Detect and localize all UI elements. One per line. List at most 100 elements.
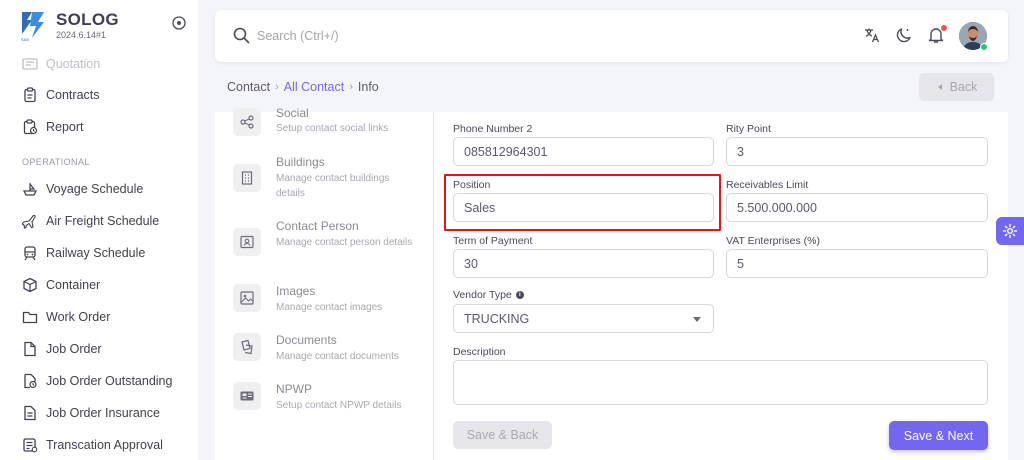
description-textarea[interactable] bbox=[453, 360, 988, 405]
tab-description: Manage contact buildings details bbox=[276, 173, 390, 199]
sidebar-item-contracts[interactable]: Contracts bbox=[22, 84, 100, 106]
sidebar-item-label: Railway Schedule bbox=[46, 246, 146, 260]
sidebar-item-label: Quotation bbox=[46, 57, 101, 71]
tab-title: Documents bbox=[276, 333, 337, 347]
sidebar-item-label: Air Freight Schedule bbox=[46, 214, 160, 228]
solog-logo-icon: SAB bbox=[21, 12, 44, 42]
sidebar-item-label: Container bbox=[46, 278, 101, 292]
sidebar-item-work-order[interactable]: Work Order bbox=[22, 306, 110, 328]
breadcrumb-link-all-contact[interactable]: All Contact bbox=[284, 80, 344, 94]
breadcrumb-current: Info bbox=[357, 80, 379, 94]
sidebar: SAB SOLOG 2024.6.14#1 Quotation Contract… bbox=[0, 0, 198, 460]
tab-buildings[interactable]: Buildings Manage contact buildings detai… bbox=[233, 155, 423, 201]
tab-npwp[interactable]: NPWP Setup contact NPWP details bbox=[233, 382, 423, 428]
tab-title: Contact Person bbox=[276, 219, 359, 233]
receivables-limit-input[interactable]: 5.500.000.000 bbox=[726, 193, 988, 222]
tab-description: Manage contact images bbox=[276, 302, 383, 313]
term-of-payment-label: Term of Payment bbox=[453, 235, 533, 247]
sidebar-item-label: Voyage Schedule bbox=[46, 182, 144, 196]
contact-card-icon bbox=[233, 228, 261, 256]
brand[interactable]: SAB SOLOG 2024.6.14#1 bbox=[18, 8, 193, 42]
position-input[interactable]: Sales bbox=[453, 193, 714, 222]
search-icon[interactable] bbox=[233, 27, 250, 44]
breadcrumb-separator-icon: › bbox=[275, 81, 279, 93]
clipboard-icon bbox=[22, 87, 38, 103]
sidebar-item-report[interactable]: Report bbox=[22, 116, 84, 138]
sidebar-item-air-freight-schedule[interactable]: Air Freight Schedule bbox=[22, 210, 159, 232]
search-input[interactable] bbox=[257, 26, 557, 46]
tab-social[interactable]: Social Setup contact social links bbox=[233, 104, 423, 150]
document-icon bbox=[22, 56, 38, 72]
brand-name: SOLOG bbox=[56, 10, 119, 29]
tab-description: Manage contact person details bbox=[276, 237, 413, 248]
plane-icon bbox=[22, 213, 38, 229]
sidebar-item-quotation[interactable]: Quotation bbox=[22, 53, 100, 75]
vat-enterprises-input[interactable]: 5 bbox=[726, 249, 988, 278]
vendor-type-label: Vendor Type bbox=[453, 289, 512, 301]
position-label: Position bbox=[453, 179, 491, 191]
customizer-settings-button[interactable] bbox=[996, 217, 1024, 245]
breadcrumb-separator-icon: › bbox=[349, 81, 353, 93]
back-button[interactable]: Back bbox=[919, 73, 994, 101]
vendor-type-select[interactable]: TRUCKING bbox=[453, 304, 714, 333]
chevron-left-icon bbox=[937, 84, 942, 90]
save-and-next-button[interactable]: Save & Next bbox=[889, 421, 988, 450]
dark-mode-icon[interactable] bbox=[895, 26, 913, 44]
image-icon bbox=[233, 284, 261, 312]
tab-title: Buildings bbox=[276, 155, 325, 169]
sidebar-item-job-order-outstanding[interactable]: Job Order Outstanding bbox=[22, 370, 172, 392]
info-icon[interactable]: i bbox=[515, 291, 524, 300]
dropdown-caret-icon bbox=[693, 317, 701, 322]
back-button-label: Back bbox=[949, 80, 978, 94]
translate-icon[interactable] bbox=[863, 26, 881, 44]
rity-point-label: Rity Point bbox=[726, 123, 771, 135]
breadcrumb-root[interactable]: Contact bbox=[227, 80, 270, 94]
sidebar-item-railway-schedule[interactable]: Railway Schedule bbox=[22, 242, 145, 264]
card-divider bbox=[433, 112, 434, 460]
report-icon bbox=[22, 119, 38, 135]
building-icon bbox=[233, 164, 261, 192]
gear-icon bbox=[1002, 223, 1018, 239]
sidebar-item-job-order-insurance[interactable]: Job Order Insurance bbox=[22, 402, 160, 424]
topbar bbox=[215, 10, 1008, 62]
phone-number-2-label: Phone Number 2 bbox=[453, 123, 533, 135]
sidebar-item-voyage-schedule[interactable]: Voyage Schedule bbox=[22, 178, 143, 200]
sidebar-item-container[interactable]: Container bbox=[22, 274, 100, 296]
ship-icon bbox=[22, 181, 38, 197]
brand-version: 2024.6.14#1 bbox=[56, 30, 107, 40]
vendor-type-label-row: Vendor Type i bbox=[453, 289, 524, 301]
description-label: Description bbox=[453, 346, 506, 358]
vat-enterprises-label: VAT Enterprises (%) bbox=[726, 235, 820, 247]
online-status-dot bbox=[980, 43, 988, 51]
tab-images[interactable]: Images Manage contact images bbox=[233, 284, 423, 330]
rity-point-input[interactable]: 3 bbox=[726, 137, 988, 166]
documents-icon bbox=[233, 333, 261, 361]
tab-contact-person[interactable]: Contact Person Manage contact person det… bbox=[233, 219, 423, 265]
breadcrumb: Contact › All Contact › Info bbox=[227, 80, 379, 94]
phone-number-2-input[interactable]: 085812964301 bbox=[453, 137, 714, 166]
sidebar-item-label: Work Order bbox=[46, 310, 111, 324]
train-icon bbox=[22, 245, 38, 261]
term-of-payment-input[interactable]: 30 bbox=[453, 249, 714, 278]
share-icon bbox=[233, 108, 261, 136]
checklist-icon bbox=[22, 437, 38, 453]
sidebar-item-transaction-approval[interactable]: Transcation Approval bbox=[22, 434, 163, 456]
sidebar-section-operational: OPERATIONAL bbox=[22, 157, 90, 167]
file-clock-icon bbox=[22, 373, 38, 389]
tab-title: Images bbox=[276, 284, 316, 298]
tab-description: Setup contact social links bbox=[276, 123, 389, 134]
collapse-sidebar-icon[interactable] bbox=[172, 16, 186, 30]
sidebar-item-label: Job Order Outstanding bbox=[46, 374, 173, 388]
sidebar-item-label: Job Order Insurance bbox=[46, 406, 160, 420]
folder-icon bbox=[22, 309, 38, 325]
tab-documents[interactable]: Documents Manage contact documents bbox=[233, 333, 423, 379]
receivables-limit-label: Receivables Limit bbox=[726, 179, 809, 191]
tab-description: Setup contact NPWP details bbox=[276, 400, 402, 411]
sidebar-item-label: Job Order bbox=[46, 342, 102, 356]
sidebar-item-job-order[interactable]: Job Order bbox=[22, 338, 102, 360]
notification-badge bbox=[941, 25, 947, 31]
tab-description: Manage contact documents bbox=[276, 351, 399, 362]
save-and-back-button[interactable]: Save & Back bbox=[453, 421, 552, 449]
svg-text:SAB: SAB bbox=[21, 37, 29, 42]
box-icon bbox=[22, 277, 38, 293]
